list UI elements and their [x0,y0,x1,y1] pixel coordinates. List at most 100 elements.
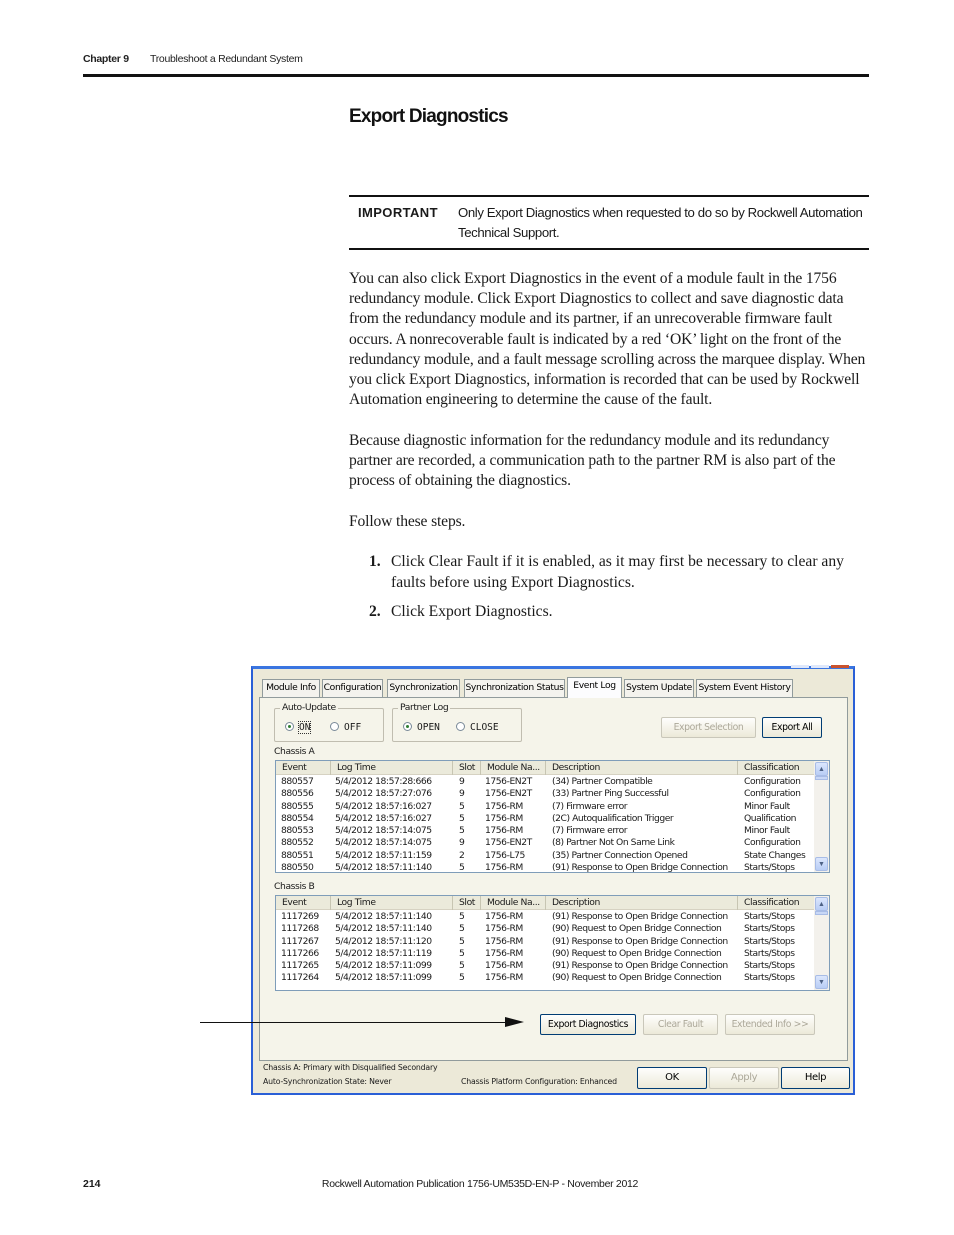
scroll-down-icon[interactable]: ▼ [815,975,828,989]
window-controls [789,665,853,669]
table-row[interactable]: 880553 5/4/2012 18:57:14:075 5 1756-RM (7) F… [276,825,815,837]
scroll-down-icon[interactable]: ▼ [815,857,828,871]
table-cell: (8) Partner Not On Same Link [552,837,675,849]
table-row[interactable]: 1117266 5/4/2012 18:57:11:119 5 1756-RM (90)… [276,948,815,960]
close-button[interactable] [831,665,849,668]
scroll-thumb[interactable] [815,776,828,780]
table-row[interactable]: 880550 5/4/2012 18:57:11:140 5 1756-RM (91) … [276,862,815,873]
table-cell: 5 [459,960,465,972]
tab-module-info[interactable]: Module Info [262,679,320,697]
table-cell: (2C) Autoqualification Trigger [552,812,674,824]
apply-button[interactable]: Apply [709,1067,779,1089]
auto-update-on-radio[interactable]: ON [285,721,312,734]
running-header: Chapter 9 Troubleshoot a Redundant Syste… [83,53,303,65]
export-diagnostics-button[interactable]: Export Diagnostics [540,1014,636,1035]
table-row[interactable]: 880551 5/4/2012 18:57:11:159 2 1756-L75 (35)… [276,850,815,862]
auto-update-group: Auto-Update ON OFF [274,702,384,742]
table-row[interactable]: 1117267 5/4/2012 18:57:11:120 5 1756-RM (91)… [276,936,815,948]
tab-system-event-history[interactable]: System Event History [696,679,793,697]
auto-update-off-radio[interactable]: OFF [330,722,361,733]
list-rows: 1117269 5/4/2012 18:57:11:140 5 1756-RM (91)… [276,911,815,985]
list-header: Event Log Time Slot Module Na... Description… [276,761,815,775]
export-all-button[interactable]: Export All [762,717,822,738]
table-cell: 1756-RM [485,800,523,812]
column-header[interactable]: Classification [738,896,815,910]
table-cell: Starts/Stops [744,911,795,922]
tab-synchronization-status[interactable]: Synchronization Status [464,679,565,697]
minimize-button[interactable] [791,665,809,668]
important-text: Only Export Diagnostics when requested t… [458,205,863,240]
table-cell: 5/4/2012 18:57:16:027 [335,800,432,812]
module-properties-dialog: Module Info Configuration Synchronizatio… [251,665,855,1095]
tab-synchronization[interactable]: Synchronization [387,679,460,697]
scroll-up-icon[interactable]: ▲ [815,762,828,776]
partner-log-close-radio[interactable]: CLOSE [456,722,499,733]
export-selection-button[interactable]: Export Selection [661,717,756,738]
table-cell: Minor Fault [744,800,790,812]
column-header[interactable]: Description [546,761,738,775]
table-cell: 1756-RM [485,825,523,837]
column-header[interactable]: Slot [453,761,481,775]
column-header[interactable]: Slot [453,896,481,910]
tab-event-log[interactable]: Event Log [567,677,622,698]
chassis-b-event-list[interactable]: Event Log Time Slot Module Na... Description… [275,895,830,991]
table-row[interactable]: 880552 5/4/2012 18:57:14:075 9 1756-EN2T (8)… [276,837,815,849]
help-button[interactable]: Help [781,1067,850,1089]
column-header[interactable]: Event [276,896,331,910]
table-cell: 5/4/2012 18:57:11:159 [335,849,432,861]
table-cell: Starts/Stops [744,935,795,947]
callout-arrow-line [200,1022,510,1023]
callout-arrowhead-icon [505,1017,524,1027]
partner-log-legend: Partner Log [398,702,451,713]
table-cell: 9 [459,837,465,849]
tab-configuration[interactable]: Configuration [322,679,383,697]
scroll-thumb[interactable] [815,911,828,915]
table-row[interactable]: 1117264 5/4/2012 18:57:11:099 5 1756-RM (90)… [276,972,815,984]
table-cell: 1117269 [281,911,319,922]
table-cell: 5 [459,923,465,935]
table-cell: 5/4/2012 18:57:14:075 [335,837,432,849]
extended-info-button[interactable]: Extended Info >> [725,1014,815,1035]
column-header[interactable]: Module Na... [481,896,546,910]
table-cell: Configuration [744,837,801,849]
table-cell: Starts/Stops [744,862,795,873]
chassis-a-event-list[interactable]: Event Log Time Slot Module Na... Description… [275,760,830,873]
table-cell: 5 [459,812,465,824]
ok-button[interactable]: OK [637,1067,707,1089]
table-cell: 5/4/2012 18:57:11:140 [335,911,432,922]
tab-system-update[interactable]: System Update [624,679,694,697]
important-label: IMPORTANT [358,205,438,220]
maximize-button[interactable] [811,665,829,668]
page-number: 214 [83,1178,101,1190]
table-cell: 9 [459,788,465,800]
platform-config-status: Chassis Platform Configuration: Enhanced [461,1077,617,1086]
table-cell: 1756-RM [485,960,523,972]
vertical-scrollbar[interactable]: ▲ ▼ [814,896,829,990]
vertical-scrollbar[interactable]: ▲ ▼ [814,761,829,872]
table-row[interactable]: 1117265 5/4/2012 18:57:11:099 5 1756-RM (91)… [276,960,815,972]
table-row[interactable]: 880555 5/4/2012 18:57:16:027 5 1756-RM (7) F… [276,801,815,813]
table-cell: Starts/Stops [744,960,795,972]
scroll-up-icon[interactable]: ▲ [815,897,828,911]
table-row[interactable]: 880556 5/4/2012 18:57:27:076 9 1756-EN2T (33… [276,788,815,800]
table-row[interactable]: 1117269 5/4/2012 18:57:11:140 5 1756-RM (91)… [276,911,815,923]
table-row[interactable]: 880557 5/4/2012 18:57:28:666 9 1756-EN2T (34… [276,776,815,788]
table-row[interactable]: 1117268 5/4/2012 18:57:11:140 5 1756-RM (90)… [276,923,815,935]
column-header[interactable]: Classification [738,761,815,775]
chassis-a-label: Chassis A [274,746,315,757]
column-header[interactable]: Log Time [331,761,453,775]
column-header[interactable]: Event [276,761,331,775]
table-cell: 5/4/2012 18:57:11:140 [335,923,432,935]
publication-info: Rockwell Automation Publication 1756-UM5… [321,1178,639,1190]
section-title: Export Diagnostics [349,106,509,127]
column-header[interactable]: Log Time [331,896,453,910]
column-header[interactable]: Description [546,896,738,910]
table-cell: 1756-EN2T [485,837,532,849]
table-cell: 5 [459,935,465,947]
partner-log-open-radio[interactable]: OPEN [403,722,440,733]
clear-fault-button[interactable]: Clear Fault [643,1014,718,1035]
table-row[interactable]: 880554 5/4/2012 18:57:16:027 5 1756-RM (2C) … [276,813,815,825]
table-cell: Minor Fault [744,825,790,837]
column-header[interactable]: Module Na... [481,761,546,775]
body-paragraph: You can also click Export Diagnostics in… [349,270,866,409]
